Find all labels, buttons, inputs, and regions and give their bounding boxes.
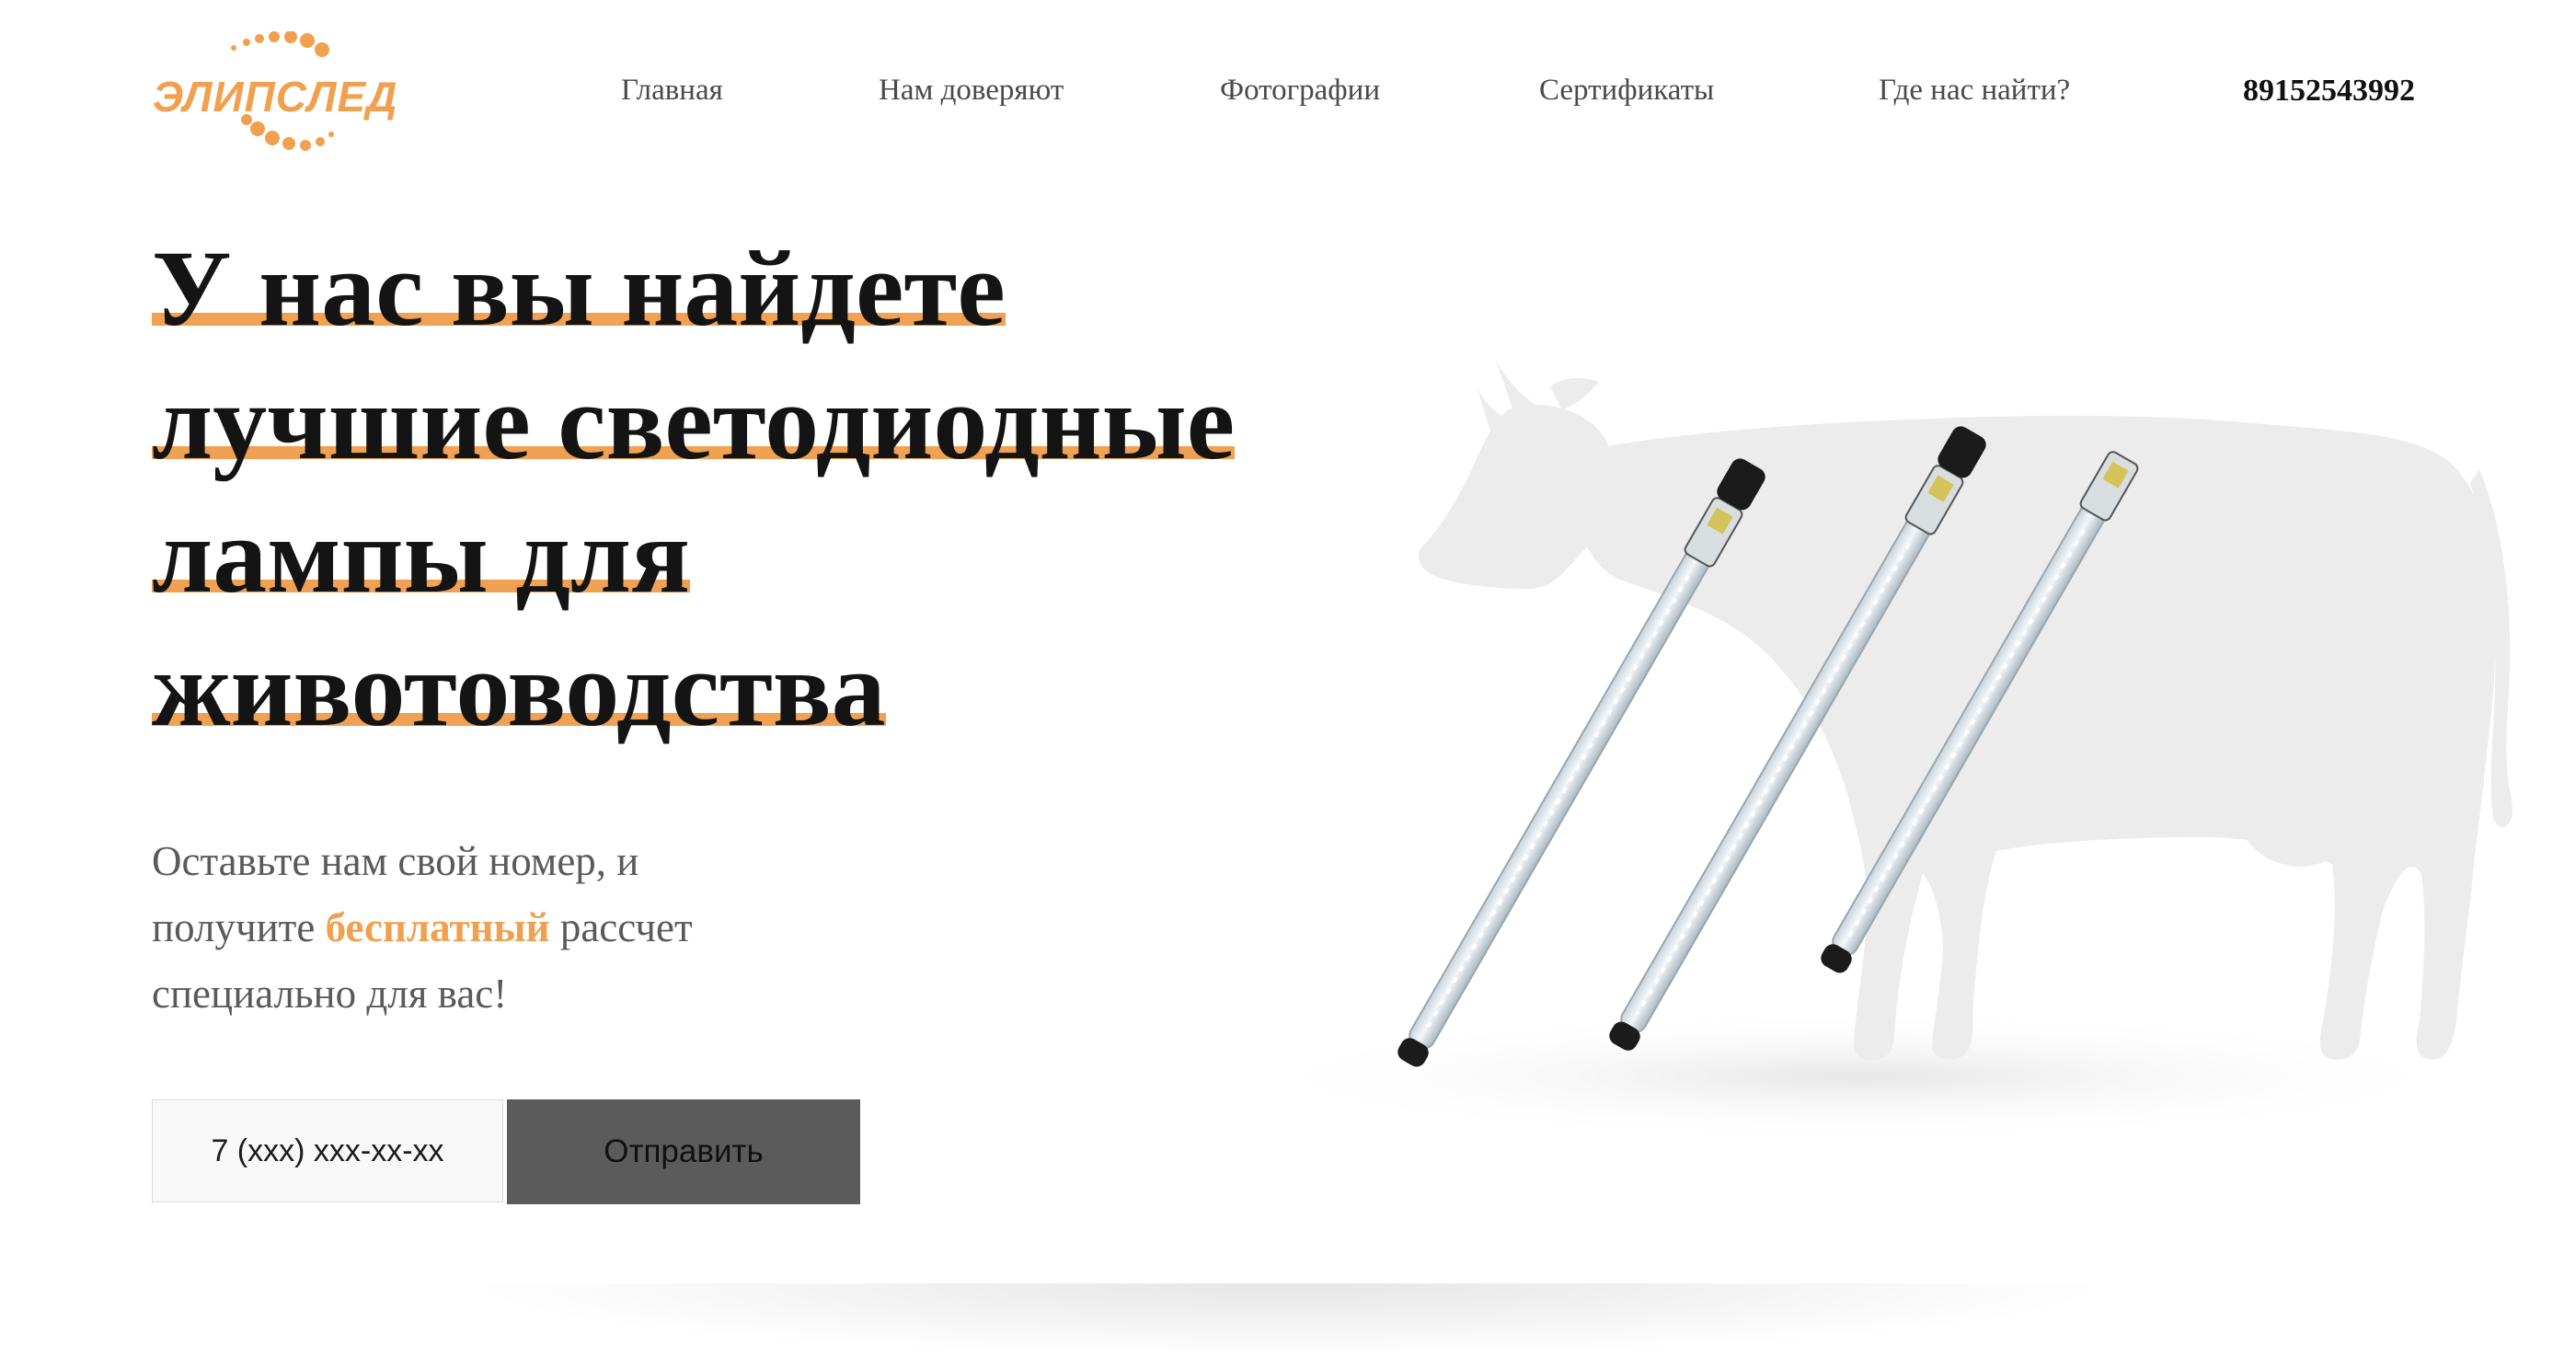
callback-form: Отправить (152, 1099, 860, 1204)
headline-line-4: животоводства (152, 628, 886, 749)
headline-line-3: лампы для (152, 495, 690, 615)
headline-line-1: У нас вы найдете (152, 228, 1006, 349)
nav-item-home[interactable]: Главная (621, 74, 723, 108)
nav-item-trust[interactable]: Нам доверяют (879, 74, 1064, 108)
subtext-pre: получите (152, 904, 326, 950)
subtext-line-2: получите бесплатный рассчет (152, 894, 693, 960)
nav-item-certificates[interactable]: Сертификаты (1539, 74, 1714, 108)
submit-button[interactable]: Отправить (507, 1099, 860, 1204)
nav-item-photos[interactable]: Фотографии (1220, 74, 1380, 108)
logo-wordmark: ЭЛИПСЛЕД (153, 73, 398, 121)
nav-item-location[interactable]: Где нас найти? (1879, 74, 2070, 108)
headline-line-2: лучшие светодиодные (152, 362, 1236, 482)
section-divider-shadow (460, 1283, 2116, 1357)
free-highlight: бесплатный (325, 904, 550, 950)
hero-image (1214, 322, 2521, 1141)
phone-input[interactable] (152, 1099, 503, 1202)
hero-subtext: Оставьте нам свой номер, и получите бесп… (152, 828, 693, 1027)
subtext-post: рассчет (549, 904, 693, 950)
header-phone-number[interactable]: 89152543992 (2243, 74, 2415, 109)
brand-logo[interactable]: ЭЛИПСЛЕД (147, 31, 442, 169)
subtext-line-3: специально для вас! (152, 971, 508, 1017)
subtext-line-1: Оставьте нам свой номер, и (152, 838, 639, 884)
